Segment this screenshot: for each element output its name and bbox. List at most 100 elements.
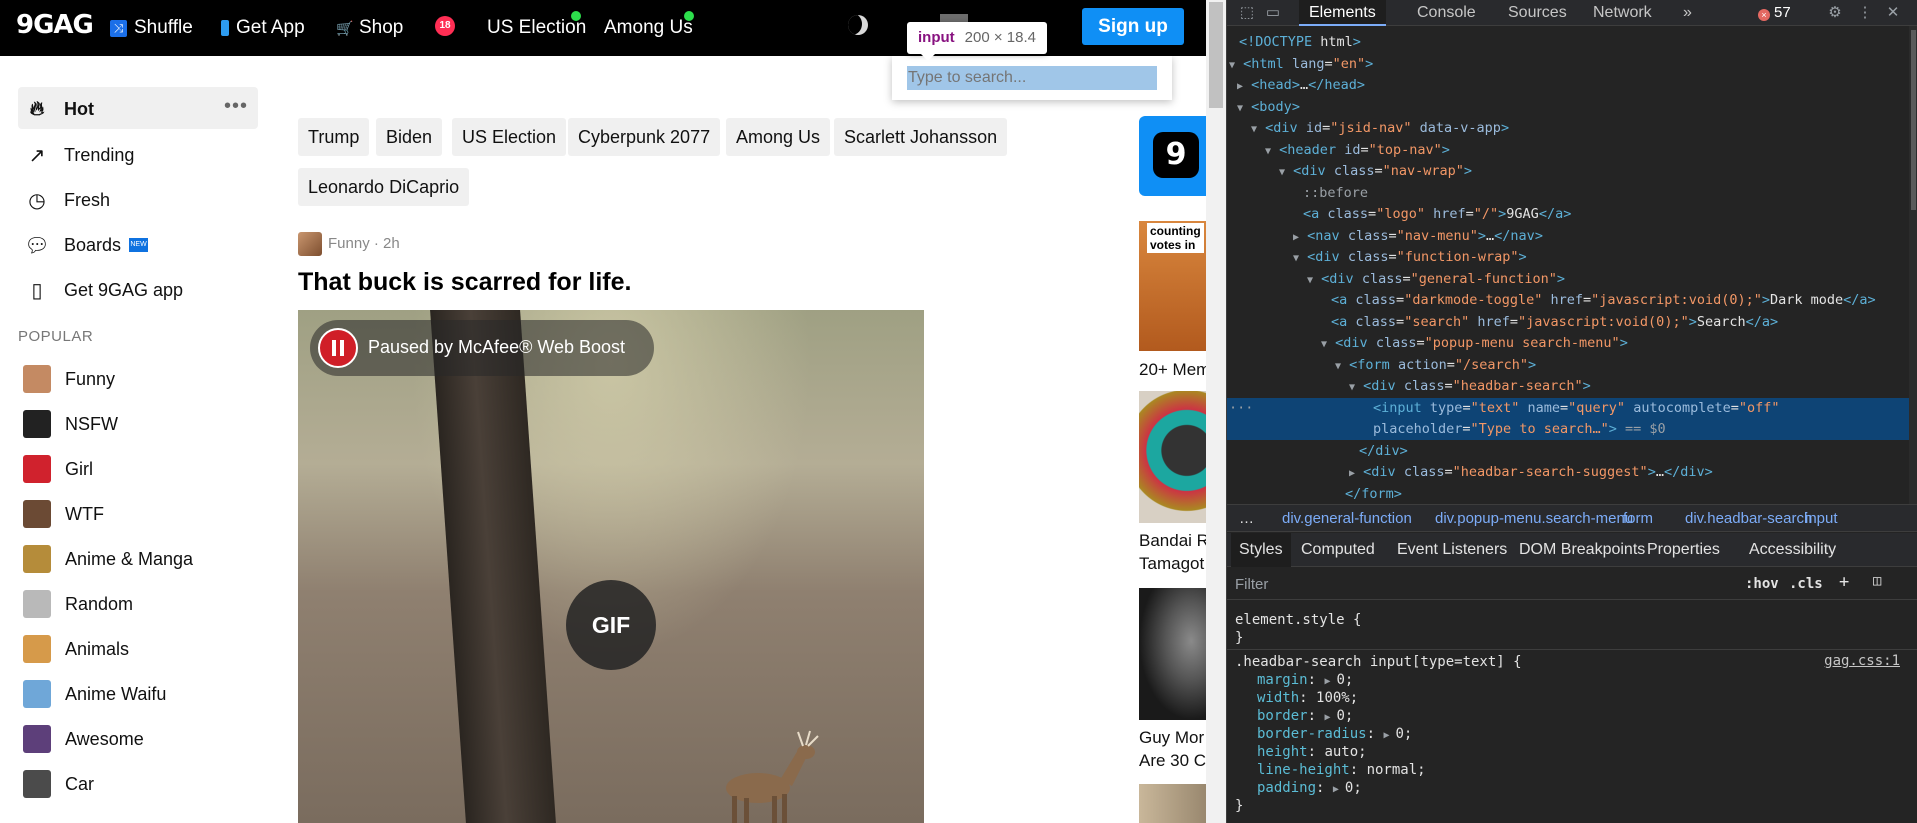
sidebar-item-fresh[interactable]: ◷ Fresh bbox=[24, 185, 110, 215]
inspect-element-icon[interactable]: ⬚ bbox=[1237, 3, 1257, 23]
dom-node-line[interactable]: <a class="darkmode-toggle" href="javascr… bbox=[1227, 290, 1909, 311]
dom-node-line[interactable]: ▼ <body> bbox=[1227, 97, 1909, 118]
nav-among-us[interactable]: Among Us bbox=[604, 17, 693, 39]
css-property-value[interactable]: 0; bbox=[1345, 780, 1362, 796]
tag-chip[interactable]: Biden bbox=[376, 118, 443, 156]
styles-subtab[interactable]: Event Listeners bbox=[1397, 533, 1507, 567]
dom-node-line[interactable]: <input type="text" name="query" autocomp… bbox=[1227, 397, 1909, 419]
settings-gear-icon[interactable]: ⚙ bbox=[1825, 3, 1845, 23]
expand-shorthand-icon[interactable]: ▶ bbox=[1333, 784, 1345, 795]
tag-chip[interactable]: US Election bbox=[452, 118, 567, 156]
dom-node-line[interactable]: ▼ <header id="top-nav"> bbox=[1227, 140, 1909, 161]
dom-node-line[interactable]: <!DOCTYPE html> bbox=[1227, 32, 1909, 53]
breadcrumb-item[interactable]: div.headbar-search bbox=[1685, 510, 1812, 527]
css-property-value[interactable]: normal; bbox=[1367, 762, 1426, 778]
nav-shuffle[interactable]: ⤨ Shuffle bbox=[110, 17, 193, 39]
tab-elements[interactable]: Elements bbox=[1299, 0, 1386, 26]
nav-us-election[interactable]: US Election bbox=[487, 17, 586, 39]
css-declaration[interactable]: padding: ▶ 0; bbox=[1257, 779, 1362, 797]
css-property-value[interactable]: 0; bbox=[1336, 708, 1353, 724]
styles-subtab[interactable]: Accessibility bbox=[1749, 533, 1836, 567]
sidebar-item-trending[interactable]: ↗ Trending bbox=[24, 140, 135, 170]
dom-node-line[interactable]: ▼ <form action="/search"> bbox=[1227, 355, 1909, 376]
dom-node-line[interactable]: <a class="logo" href="/">9GAG</a> bbox=[1227, 204, 1909, 225]
dom-node-line[interactable]: ▼ <div class="general-function"> bbox=[1227, 269, 1909, 290]
section-avatar[interactable] bbox=[298, 232, 322, 256]
dom-node-line[interactable]: ▶ <head>…</head> bbox=[1227, 75, 1909, 96]
dom-node-line[interactable]: </form> bbox=[1227, 484, 1909, 503]
search-input[interactable] bbox=[908, 68, 1154, 88]
css-property-value[interactable]: auto; bbox=[1324, 744, 1366, 760]
tag-chip[interactable]: Cyberpunk 2077 bbox=[568, 118, 721, 156]
nav-get-app[interactable]: Get App bbox=[221, 17, 305, 39]
css-property-name[interactable]: margin bbox=[1257, 672, 1308, 688]
breadcrumb-item[interactable]: div.popup-menu.search-menu bbox=[1435, 510, 1633, 527]
dom-node-line[interactable]: ::before bbox=[1227, 183, 1909, 204]
rule-source-link[interactable]: gag.css:1 bbox=[1824, 653, 1900, 669]
darkmode-moon-icon[interactable] bbox=[848, 15, 868, 35]
styles-filter-input[interactable]: Filter bbox=[1235, 576, 1268, 593]
nav-shop[interactable]: 🛒 Shop bbox=[336, 17, 403, 39]
sidebar-item-girl[interactable]: Girl bbox=[23, 454, 93, 484]
css-property-value[interactable]: 0; bbox=[1336, 672, 1353, 688]
device-toolbar-icon[interactable]: ▭ bbox=[1263, 3, 1283, 23]
styles-subtab[interactable]: Styles bbox=[1231, 533, 1291, 567]
css-declaration[interactable]: height: auto; bbox=[1257, 743, 1367, 761]
sidebar-item-animals[interactable]: Animals bbox=[23, 634, 129, 664]
site-logo[interactable]: 9GAG bbox=[16, 10, 94, 40]
sidebar-item-random[interactable]: Random bbox=[23, 589, 133, 619]
dom-node-line[interactable]: ▼ <html lang="en"> bbox=[1227, 54, 1909, 75]
breadcrumb-item[interactable]: div.general-function bbox=[1282, 510, 1412, 527]
tab-sources[interactable]: Sources bbox=[1508, 0, 1567, 26]
dom-node-line[interactable]: ▼ <div class="popup-menu search-menu"> bbox=[1227, 333, 1909, 354]
breadcrumb-item[interactable]: form bbox=[1623, 510, 1653, 527]
tag-chip[interactable]: Among Us bbox=[726, 118, 831, 156]
dom-node-line[interactable]: ▼ <div class="nav-wrap"> bbox=[1227, 161, 1909, 182]
post-title[interactable]: That buck is scarred for life. bbox=[298, 268, 631, 297]
css-property-name[interactable]: padding bbox=[1257, 780, 1316, 796]
more-options-icon[interactable]: ••• bbox=[224, 95, 248, 118]
dom-node-line[interactable]: <a class="search" href="javascript:void(… bbox=[1227, 312, 1909, 333]
paused-banner[interactable]: Paused by McAfee® Web Boost bbox=[310, 320, 654, 376]
sidebar-item-nsfw[interactable]: NSFW bbox=[23, 409, 118, 439]
sidebar-item-anime-waifu[interactable]: Anime Waifu bbox=[23, 679, 166, 709]
tag-chip[interactable]: Leonardo DiCaprio bbox=[298, 168, 470, 206]
tag-chip[interactable]: Scarlett Johansson bbox=[834, 118, 1008, 156]
hov-toggle[interactable]: :hov bbox=[1745, 576, 1779, 592]
css-declaration[interactable]: border: ▶ 0; bbox=[1257, 707, 1353, 725]
sidebar-item-hot[interactable]: 🔥︎ Hot bbox=[24, 94, 94, 124]
dom-node-line[interactable]: placeholder="Type to search…"> == $0 bbox=[1227, 419, 1909, 440]
signup-button[interactable]: Sign up bbox=[1082, 8, 1184, 45]
expand-shorthand-icon[interactable]: ▶ bbox=[1383, 730, 1395, 741]
styles-subtab[interactable]: Properties bbox=[1647, 533, 1720, 567]
css-declaration[interactable]: margin: ▶ 0; bbox=[1257, 671, 1353, 689]
node-actions-icon[interactable]: ··· bbox=[1227, 398, 1253, 419]
css-property-name[interactable]: border bbox=[1257, 708, 1308, 724]
error-counter[interactable]: × 57 bbox=[1758, 4, 1791, 21]
page-scrollbar-thumb[interactable] bbox=[1209, 2, 1223, 108]
cls-toggle[interactable]: .cls bbox=[1789, 576, 1823, 592]
pause-icon[interactable] bbox=[318, 328, 358, 368]
toggle-sidebar-icon[interactable]: ◫ bbox=[1873, 573, 1881, 589]
sidebar-item-boards[interactable]: 💬︎ Boards NEW bbox=[24, 230, 149, 260]
gif-play-button[interactable]: GIF bbox=[566, 580, 656, 670]
sidebar-item-funny[interactable]: Funny bbox=[23, 364, 115, 394]
tab-network[interactable]: Network bbox=[1593, 0, 1652, 26]
sidebar-item-get-app[interactable]: ▯ Get 9GAG app bbox=[24, 275, 183, 305]
post-media[interactable]: Paused by McAfee® Web Boost GIF bbox=[298, 310, 924, 823]
element-style-selector[interactable]: element.style { bbox=[1235, 611, 1361, 629]
tag-chip[interactable]: Trump bbox=[298, 118, 370, 156]
tab-console[interactable]: Console bbox=[1417, 0, 1476, 26]
rule-selector[interactable]: .headbar-search input[type=text] { bbox=[1235, 653, 1522, 671]
sidebar-item-awesome[interactable]: Awesome bbox=[23, 724, 144, 754]
close-icon[interactable]: ✕ bbox=[1883, 3, 1903, 23]
styles-subtab[interactable]: DOM Breakpoints bbox=[1519, 533, 1645, 567]
breadcrumb-item[interactable]: input bbox=[1805, 510, 1838, 527]
sidebar-item-anime-manga[interactable]: Anime & Manga bbox=[23, 544, 193, 574]
styles-subtab[interactable]: Computed bbox=[1301, 533, 1375, 567]
dom-node-line[interactable]: ▼ <div class="function-wrap"> bbox=[1227, 247, 1909, 268]
dom-node-line[interactable]: ▶ <div class="headbar-search-suggest">…<… bbox=[1227, 462, 1909, 483]
dom-node-line[interactable]: </div> bbox=[1227, 441, 1909, 462]
css-property-value[interactable]: 0; bbox=[1395, 726, 1412, 742]
new-rule-icon[interactable]: + bbox=[1839, 572, 1849, 592]
